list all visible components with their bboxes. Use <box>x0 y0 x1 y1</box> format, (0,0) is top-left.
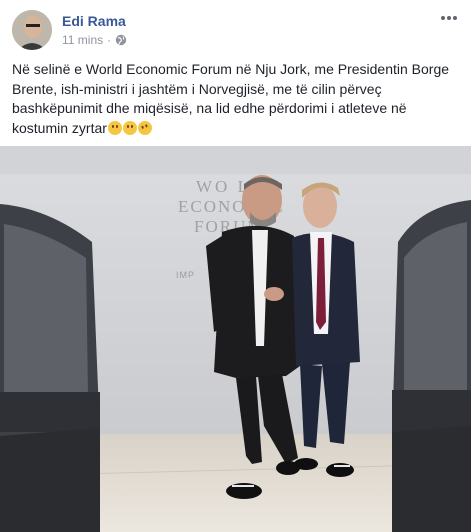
post-meta: 11 mins · <box>62 33 127 47</box>
post-text: Në selinë e World Economic Forum në Nju … <box>12 60 462 138</box>
globe-icon[interactable] <box>115 34 127 46</box>
wef-sign-line4: IMP <box>176 270 195 280</box>
post-timestamp[interactable]: 11 mins <box>62 33 103 47</box>
post-body-text: Në selinë e World Economic Forum në Nju … <box>12 61 450 136</box>
more-dots-icon[interactable] <box>439 10 459 24</box>
rolling-laughing-emoji <box>135 118 154 137</box>
avatar[interactable] <box>12 10 52 50</box>
post-header: Edi Rama 11 mins · <box>0 0 471 56</box>
winking-face-emoji <box>107 120 122 135</box>
post-photo[interactable]: WO LD ECONOMIC FORUM IMP <box>0 146 471 532</box>
author-name[interactable]: Edi Rama <box>62 13 126 29</box>
grinning-face-emoji <box>122 120 137 135</box>
meta-separator: · <box>107 33 112 47</box>
